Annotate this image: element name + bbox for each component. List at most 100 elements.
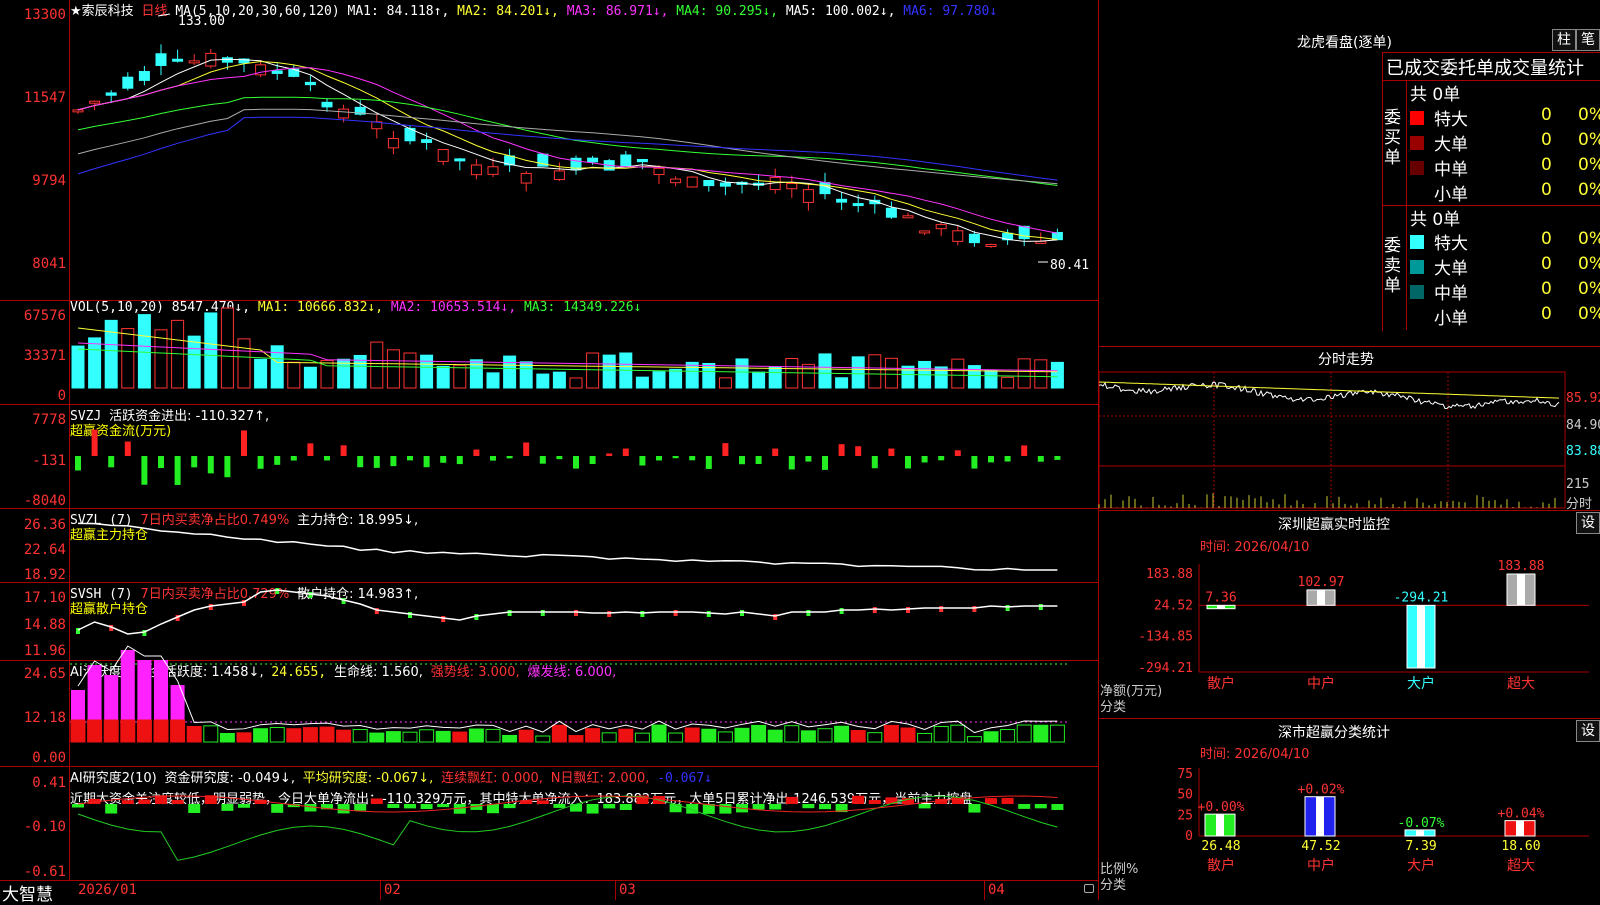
candle-body: [321, 101, 333, 108]
class-y-tick: 75: [1177, 767, 1193, 782]
flow-bar: [423, 456, 430, 468]
volume-bar: [1050, 361, 1064, 389]
monitor-value-label: 183.88: [1498, 559, 1545, 574]
flow-bar: [988, 456, 994, 463]
activity-bar: [269, 727, 285, 743]
research-bar: [603, 804, 616, 809]
activity-bar: [71, 690, 85, 720]
activity-bar: [219, 732, 235, 743]
candle-body: [89, 100, 101, 104]
sz-monitor-settings-button[interactable]: 设: [1576, 512, 1600, 534]
lock-icon[interactable]: [1084, 884, 1094, 893]
ma-line: [77, 67, 1058, 234]
activity-bar: [618, 728, 634, 743]
activity-bar: [236, 732, 252, 743]
bar-view-button[interactable]: 柱: [1552, 29, 1576, 51]
intraday-price: 83.88: [1566, 444, 1600, 459]
flow-bar: [672, 456, 679, 459]
retail-tick: [441, 616, 446, 622]
main-force-holding-chart[interactable]: [70, 508, 1098, 582]
activity-bar: [767, 729, 783, 743]
activity-bar: [867, 732, 883, 743]
research-bar: [437, 804, 450, 808]
svsh-y-tick: 17.10: [23, 590, 66, 606]
activity-bar: [917, 732, 933, 743]
volume-bar: [88, 337, 102, 389]
class-bar-highlight: [1316, 796, 1324, 836]
retail-holding-chart[interactable]: [70, 582, 1098, 660]
class-value-label: 26.48: [1201, 839, 1240, 854]
sell-order-label: 委卖单: [1384, 236, 1401, 296]
research-bar: [1051, 804, 1064, 810]
volume-bar: [403, 352, 417, 389]
vol-y-tick: 0: [57, 388, 66, 404]
retail-tick: [939, 606, 944, 612]
research-bar: [553, 804, 566, 808]
candle-body: [587, 157, 599, 163]
ai-activity-chart[interactable]: [70, 645, 1098, 766]
flow-bar: [573, 456, 579, 469]
volume-bar: [552, 371, 566, 389]
flow-bar: [340, 445, 347, 456]
candle-body: [985, 244, 997, 248]
class-change-label: +0.04%: [1498, 807, 1545, 822]
activity-bar: [883, 724, 899, 743]
ma-line: [77, 108, 1058, 185]
flow-bar: [224, 456, 231, 478]
candlestick-chart[interactable]: [70, 0, 1098, 300]
flow-bar: [905, 456, 911, 469]
activity-bar: [352, 729, 368, 743]
volume-bar: [1034, 359, 1048, 389]
flow-bar: [373, 456, 380, 468]
activity-bar: [900, 727, 916, 743]
volume-bar: [835, 377, 849, 389]
class-value-label: 18.60: [1501, 839, 1540, 854]
research-bar: [752, 804, 765, 810]
flow-bar: [456, 456, 463, 465]
candle-body: [819, 182, 831, 195]
longhu-subtitle: 已成交委托单成交量统计: [1386, 58, 1584, 79]
activity-bar: [585, 728, 601, 743]
sz-class-bar-chart[interactable]: 75 50 25 0 +0.00% 26.48 散户 +0.02% 47.52 中户 -0.07% 7…: [1099, 756, 1600, 900]
brand-logo[interactable]: 大智慧: [2, 880, 53, 905]
retail-tick: [640, 611, 645, 617]
candle-body: [902, 215, 914, 219]
intraday-price: 84.90: [1566, 418, 1600, 433]
ai-research-chart[interactable]: [70, 766, 1098, 880]
fund-flow-chart[interactable]: [70, 404, 1098, 508]
flow-bar: [888, 448, 895, 456]
volume-bar: [951, 358, 965, 389]
volume-bar: [718, 377, 732, 389]
intraday-chart[interactable]: [1098, 371, 1566, 510]
svsh-y-tick: 11.96: [23, 643, 66, 659]
monitor-bar-highlight: [1417, 605, 1425, 668]
volume-bar: [669, 368, 683, 389]
flow-bar: [954, 450, 961, 456]
candle-body: [786, 182, 798, 190]
flow-bar: [506, 456, 513, 459]
flow-bar: [855, 446, 862, 456]
activity-bar: [651, 724, 667, 743]
activity-bar: [966, 736, 982, 743]
activity-bar: [435, 730, 451, 743]
pen-view-button[interactable]: 笔: [1576, 29, 1600, 51]
research-bar: [868, 799, 881, 804]
candle-body: [122, 76, 134, 89]
activity-bar: [87, 719, 103, 743]
sz-class-settings-button[interactable]: 设: [1576, 720, 1600, 742]
volume-chart[interactable]: [70, 300, 1098, 404]
sz-monitor-bar-chart[interactable]: 183.88 24.52 -134.85 -294.21 7.36 散户 102.97 中户 -…: [1099, 550, 1600, 718]
order-color-swatch: [1410, 235, 1424, 249]
month-label: 2026/01: [78, 882, 138, 898]
volume-bar: [370, 341, 384, 389]
flow-bar: [739, 456, 745, 465]
activity-bar: [103, 719, 119, 743]
class-y-tick: 0: [1185, 829, 1193, 844]
activity-bar: [684, 727, 700, 743]
volume-bar: [602, 354, 616, 389]
flow-bar: [539, 456, 546, 464]
candle-body: [836, 198, 848, 203]
research-bar: [171, 799, 184, 804]
flow-bar: [141, 456, 148, 485]
svsh-y-tick: 14.88: [23, 617, 66, 633]
